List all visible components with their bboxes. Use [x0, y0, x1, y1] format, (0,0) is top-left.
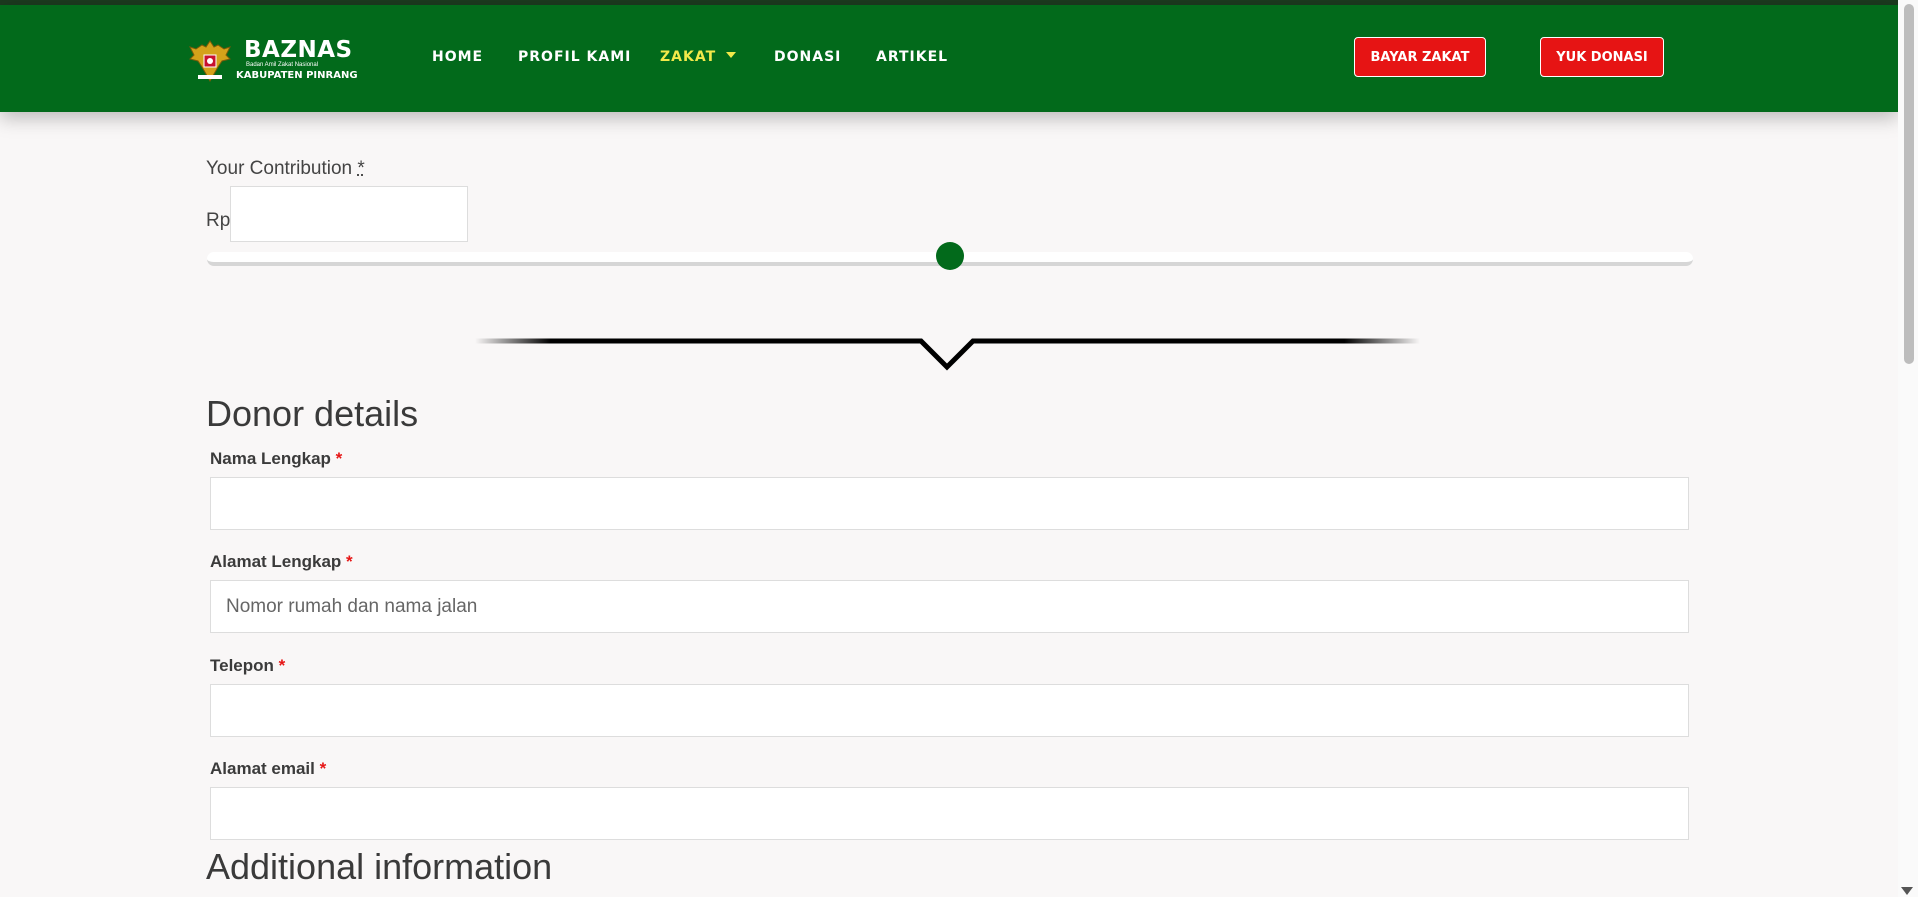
nama-lengkap-input[interactable] [210, 477, 1689, 530]
baznas-logo[interactable]: BAZNAS Badan Amil Zakat Nasional KABUPAT… [188, 35, 358, 87]
nav-zakat-label: ZAKAT [660, 49, 717, 65]
alamat-lengkap-input[interactable] [210, 580, 1689, 633]
alamat-lengkap-label: Alamat Lengkap * [210, 552, 353, 571]
site-header: BAZNAS Badan Amil Zakat Nasional KABUPAT… [0, 5, 1898, 112]
alamat-email-input[interactable] [210, 787, 1689, 840]
contribution-amount-input[interactable] [230, 186, 468, 242]
logo-region: KABUPATEN PINRANG [236, 70, 358, 81]
nav-donasi[interactable]: DONASI [774, 49, 841, 65]
chevron-divider [475, 338, 1420, 371]
donor-details-title: Donor details [206, 393, 419, 434]
page-scrollbar[interactable] [1898, 0, 1918, 897]
currency-prefix: Rp [206, 210, 231, 231]
bayar-zakat-button[interactable]: BAYAR ZAKAT [1354, 37, 1486, 77]
nav-profil-kami[interactable]: PROFIL KAMI [518, 49, 631, 65]
nama-lengkap-label: Nama Lengkap * [210, 449, 343, 468]
alamat-email-label: Alamat email * [210, 759, 327, 778]
telepon-label: Telepon * [210, 656, 286, 675]
contribution-label: Your Contribution * [206, 158, 365, 180]
telepon-input[interactable] [210, 684, 1689, 737]
nav-artikel[interactable]: ARTIKEL [876, 49, 948, 65]
logo-subtitle: Badan Amil Zakat Nasional [246, 62, 319, 68]
scrollbar-thumb[interactable] [1904, 4, 1914, 364]
chevron-down-icon [726, 52, 737, 58]
garuda-emblem-icon [189, 40, 231, 83]
required-mark: * [357, 158, 365, 179]
logo-title: BAZNAS [244, 37, 353, 63]
nav-zakat[interactable]: ZAKAT [660, 49, 737, 65]
scroll-down-arrow-icon[interactable] [1901, 887, 1913, 895]
contribution-slider-handle[interactable] [936, 242, 964, 270]
yuk-donasi-button[interactable]: YUK DONASI [1540, 37, 1664, 77]
contribution-label-text: Your Contribution [206, 158, 353, 179]
additional-information-title: Additional information [206, 846, 553, 887]
nav-home[interactable]: HOME [432, 49, 483, 65]
